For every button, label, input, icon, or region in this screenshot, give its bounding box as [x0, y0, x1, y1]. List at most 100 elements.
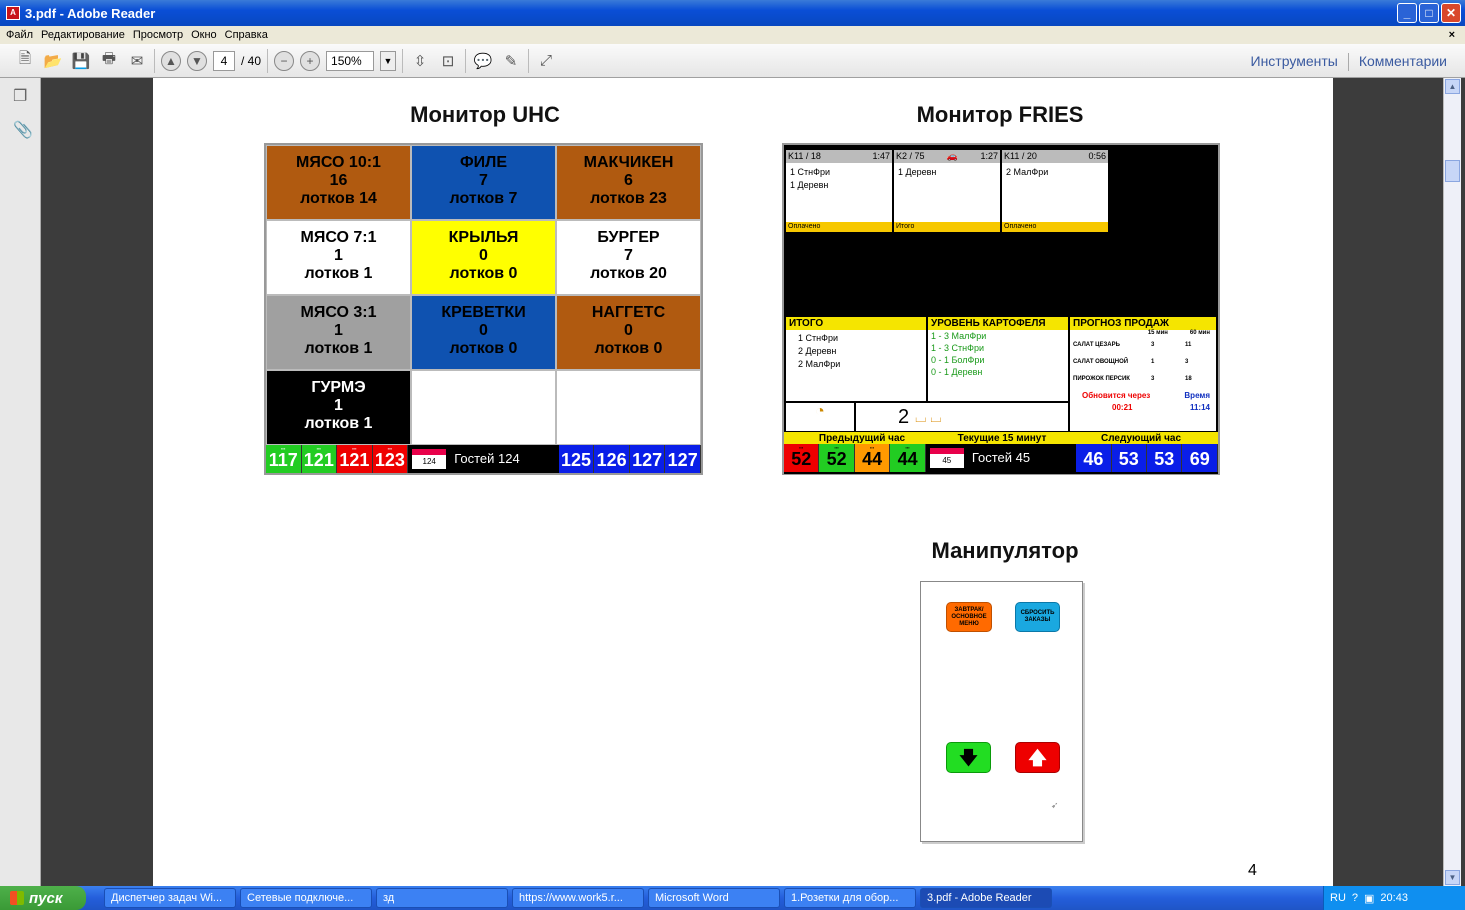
fit-page-icon[interactable]: ⇳	[409, 50, 431, 72]
tools-link[interactable]: Инструменты	[1251, 53, 1338, 71]
product-cell	[557, 371, 700, 444]
current-15-label: Текущие 15 минут	[940, 432, 1064, 444]
taskbar-item[interactable]: 3.pdf - Adobe Reader	[920, 888, 1052, 908]
forecast-row: ПИРОЖОК ПЕРСИК 3 18	[1073, 375, 1192, 382]
help-icon[interactable]: ?	[1352, 892, 1358, 904]
product-cell-line: МАКЧИКЕН	[583, 154, 674, 171]
breakfast-menu-button[interactable]: ЗАВТРАК/ ОСНОВНОЕ МЕНЮ	[946, 602, 992, 632]
email-icon[interactable]: ✉	[126, 50, 148, 72]
scroll-down-icon[interactable]: ▼	[1445, 870, 1460, 885]
product-cell: ГУРМЭ 1 лотков 1	[267, 371, 410, 444]
language-indicator[interactable]: RU	[1330, 892, 1346, 904]
hour-count-box: ▪▪▪ 44	[854, 444, 891, 472]
vertical-scrollbar[interactable]: ▲ ▼	[1443, 78, 1461, 886]
taskbar-item[interactable]: 1.Розетки для обор...	[784, 888, 916, 908]
forecast-col: 60 мин	[1189, 330, 1210, 336]
taskbar-item[interactable]: Сетевые подключе...	[240, 888, 372, 908]
create-pdf-icon[interactable]: 🗎	[14, 50, 36, 72]
product-cell-line: 16	[329, 172, 348, 189]
order-item: 1 Деревн	[790, 180, 829, 190]
network-icon[interactable]: ▣	[1364, 892, 1374, 905]
zoom-dropdown-icon[interactable]: ▼	[380, 50, 397, 71]
comments-link[interactable]: Комментарии	[1359, 53, 1447, 71]
product-cell: МЯСО 7:1 1 лотков 1	[267, 221, 410, 294]
start-button[interactable]: пуск	[0, 886, 86, 910]
toolbar: 🗎 📂 💾 🖶 ✉ ▲ ▼ 4 / 40 − + 150% ▼ ⇳ ⊡ 💬 ✎ …	[0, 44, 1465, 78]
total-item: 2 МалФри	[798, 359, 841, 369]
product-cell: МЯСО 3:1 1 лотков 1	[267, 296, 410, 369]
forecast-header: ПРОГНОЗ ПРОДАЖ	[1070, 317, 1216, 330]
comment-icon[interactable]: 💬	[472, 50, 494, 72]
hour-count-box: ▪▪▪ 117	[266, 445, 302, 473]
menu-window[interactable]: Окно	[191, 29, 217, 41]
fullscreen-icon[interactable]: ⤢	[535, 50, 557, 72]
time-label: Время	[1184, 391, 1210, 400]
prev-hour-label: Предыдущий час	[784, 432, 940, 444]
close-document-icon[interactable]: ×	[1449, 29, 1455, 41]
total-item: 1 СтнФри	[798, 333, 838, 343]
product-cell-line: МЯСО 10:1	[296, 154, 381, 171]
menu-bar: Файл Редактирование Просмотр Окно Справк…	[0, 26, 1465, 44]
taskbar-item[interactable]: Диспетчер задач Wi...	[104, 888, 236, 908]
adobe-reader-icon: A	[6, 6, 20, 20]
pages-icon[interactable]: ❐	[13, 86, 27, 106]
minimize-button[interactable]: _	[1397, 3, 1417, 23]
guests-count: 124 Гостей 124	[412, 445, 559, 473]
open-icon[interactable]: 📂	[42, 50, 64, 72]
title-bar: A 3.pdf - Adobe Reader _ □ ✕	[0, 0, 1465, 26]
product-cell-line: 6	[624, 172, 633, 189]
manipulator-panel: ЗАВТРАК/ ОСНОВНОЕ МЕНЮ СБРОСИТЬ ЗАКАЗЫ 🡇…	[920, 581, 1083, 842]
fit-width-icon[interactable]: ⊡	[437, 50, 459, 72]
order-item: 2 МалФри	[1006, 167, 1049, 177]
fries-status-strip: Предыдущий час Текущие 15 минут Следующи…	[784, 432, 1218, 474]
hour-forecast-box: 127	[629, 445, 666, 473]
next-page-icon[interactable]: ▼	[187, 50, 207, 71]
product-cell: МАКЧИКЕН 6 лотков 23	[557, 146, 700, 219]
navigation-pane: ❐ 📎	[0, 78, 41, 886]
taskbar-item[interactable]: Microsoft Word	[648, 888, 780, 908]
potato-item: 1 - 3 СтнФри	[931, 343, 984, 353]
prev-page-icon[interactable]: ▲	[161, 50, 181, 71]
menu-edit[interactable]: Редактирование	[41, 29, 125, 41]
uhc-status-strip: ▪▪▪ 117 ▪▪▪ 121 ▪▪▪ 121 ▪▪▪ 123 124 Гостей 124 125…	[266, 445, 701, 473]
forecast-col: 15 мин	[1147, 330, 1168, 336]
zoom-in-icon[interactable]: +	[300, 50, 321, 71]
product-cell-line: лотков 20	[590, 265, 667, 282]
taskbar-item[interactable]: https://www.work5.r...	[512, 888, 644, 908]
order-time: 1:47	[872, 151, 890, 161]
page-number-input[interactable]: 4	[213, 50, 235, 71]
manipulator-title: Манипулятор	[931, 538, 1079, 563]
scroll-up-icon[interactable]: ▲	[1445, 79, 1460, 94]
highlight-icon[interactable]: ✎	[500, 50, 522, 72]
taskbar-item[interactable]: зд	[376, 888, 508, 908]
windows-logo-icon	[10, 891, 24, 905]
timer-icon: ◔	[786, 403, 854, 431]
print-icon[interactable]: 🖶	[98, 50, 120, 72]
attachments-icon[interactable]: 📎	[13, 120, 33, 140]
total-panel: ИТОГО 1 СтнФри 2 Деревн 2 МалФри	[786, 317, 926, 401]
product-cell: КРЫЛЬЯ 0 лотков 0	[412, 221, 555, 294]
menu-file[interactable]: Файл	[6, 29, 33, 41]
save-icon[interactable]: 💾	[70, 50, 92, 72]
product-cell: БУРГЕР 7 лотков 20	[557, 221, 700, 294]
product-cell-line: МЯСО 7:1	[300, 229, 377, 246]
forecast-panel: ПРОГНОЗ ПРОДАЖ 15 мин 60 мин САЛАТ ЦЕЗАР…	[1070, 317, 1216, 431]
order-item: 1 Деревн	[898, 167, 937, 177]
fries-monitor: K11 / 18 1:47 1 СтнФри 1 Деревн Оплачено K…	[782, 143, 1220, 475]
reset-orders-button[interactable]: СБРОСИТЬ ЗАКАЗЫ	[1015, 602, 1060, 632]
arrow-down-button[interactable]: 🡇	[946, 742, 991, 773]
menu-view[interactable]: Просмотр	[133, 29, 183, 41]
maximize-button[interactable]: □	[1419, 3, 1439, 23]
arrow-up-button[interactable]: 🡅	[1015, 742, 1060, 773]
menu-help[interactable]: Справка	[225, 29, 268, 41]
potato-item: 1 - 3 МалФри	[931, 331, 987, 341]
scroll-thumb[interactable]	[1445, 160, 1460, 182]
product-cell-line: лотков 0	[594, 340, 663, 357]
close-button[interactable]: ✕	[1441, 3, 1461, 23]
hour-count-box: ▪▪▪ 44	[890, 444, 926, 472]
zoom-out-icon[interactable]: −	[274, 50, 295, 71]
product-cell-line: лотков 1	[304, 415, 373, 432]
hour-count-box: ▪▪▪ 121	[301, 445, 338, 473]
order-status: Итого	[894, 222, 1000, 232]
zoom-input[interactable]: 150%	[326, 50, 375, 71]
